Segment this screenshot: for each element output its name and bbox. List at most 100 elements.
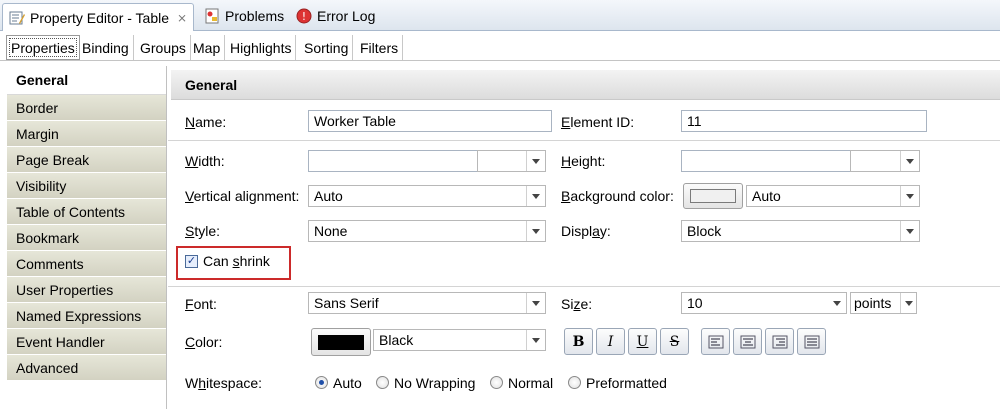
chevron-down-icon[interactable] (526, 293, 545, 313)
whitespace-normal-label[interactable]: Normal (508, 375, 553, 391)
tab-filters[interactable]: Filters (356, 35, 404, 60)
width-label: Width: (185, 153, 225, 169)
whitespace-preformatted-label[interactable]: Preformatted (586, 375, 667, 391)
problems-icon (205, 8, 219, 24)
tab-binding[interactable]: Binding (78, 35, 134, 60)
width-value-field[interactable] (308, 150, 478, 172)
sidebar-item-table-of-contents[interactable]: Table of Contents (7, 199, 166, 225)
sidebar-item-bookmark[interactable]: Bookmark (7, 225, 166, 251)
sidebar-item-user-properties[interactable]: User Properties (7, 277, 166, 303)
tab-groups[interactable]: Groups (136, 35, 191, 60)
category-tab-bar: Properties Binding Groups Map Highlights… (0, 33, 1000, 61)
align-right-button[interactable] (765, 328, 794, 355)
justify-button[interactable] (797, 328, 826, 355)
size-unit-select[interactable]: points (850, 292, 917, 314)
tab-label: Problems (225, 8, 285, 24)
background-color-picker-button[interactable] (683, 183, 743, 209)
close-icon[interactable]: ⨯ (177, 11, 187, 25)
tab-problems[interactable]: Problems (198, 3, 290, 29)
background-color-label: Background color: (561, 188, 674, 204)
sidebar-item-named-expressions[interactable]: Named Expressions (7, 303, 166, 329)
height-unit-select[interactable] (850, 150, 920, 172)
property-editor-icon (9, 11, 25, 24)
sidebar-item-comments[interactable]: Comments (7, 251, 166, 277)
element-id-label: Element ID: (561, 114, 635, 130)
tab-label: Error Log (317, 8, 376, 24)
whitespace-auto-label[interactable]: Auto (333, 375, 362, 391)
tab-sorting[interactable]: Sorting (300, 35, 354, 60)
color-swatch (318, 334, 364, 350)
whitespace-normal-radio[interactable] (490, 376, 503, 389)
divider (168, 140, 1000, 141)
tab-highlights[interactable]: Highlights (226, 35, 297, 60)
chevron-down-icon[interactable] (526, 186, 545, 206)
background-color-select[interactable]: Auto (746, 185, 920, 207)
tab-error-log[interactable]: ! Error Log (290, 3, 381, 29)
view-tab-bar: Property Editor - Table ⨯ Problems ! Err… (0, 0, 1000, 31)
align-left-icon (708, 335, 723, 348)
chevron-down-icon[interactable] (526, 151, 545, 171)
align-center-icon (740, 335, 755, 348)
sidebar-item-general[interactable]: General (7, 66, 166, 95)
svg-text:!: ! (302, 10, 306, 23)
vertical-alignment-label: Vertical alignment: (185, 188, 300, 204)
sidebar-filler (7, 381, 166, 401)
general-properties-panel: General Name: Worker Table Element ID: 1… (168, 66, 1000, 409)
divider (168, 286, 1000, 287)
name-label: Name: (185, 114, 227, 130)
can-shrink-label[interactable]: Can shrink (203, 253, 270, 269)
color-select[interactable]: Black (373, 329, 546, 351)
strikethrough-button[interactable]: S (660, 328, 689, 355)
height-value-field[interactable] (681, 150, 851, 172)
chevron-down-icon[interactable] (900, 221, 919, 241)
whitespace-preformatted-radio[interactable] (568, 376, 581, 389)
sidebar-item-event-handler[interactable]: Event Handler (7, 329, 166, 355)
whitespace-nowrap-radio[interactable] (376, 376, 389, 389)
sidebar-item-visibility[interactable]: Visibility (7, 173, 166, 199)
chevron-down-icon[interactable] (827, 293, 846, 313)
underline-button[interactable]: U (628, 328, 657, 355)
whitespace-nowrap-label[interactable]: No Wrapping (394, 375, 475, 391)
italic-button[interactable]: I (596, 328, 625, 355)
chevron-down-icon[interactable] (526, 221, 545, 241)
chevron-down-icon[interactable] (526, 330, 545, 350)
size-label: Size: (561, 296, 593, 312)
whitespace-label: Whitespace: (185, 375, 263, 391)
can-shrink-checkbox[interactable]: ✓ (185, 255, 198, 268)
width-unit-select[interactable] (477, 150, 546, 172)
tab-property-editor[interactable]: Property Editor - Table ⨯ (2, 3, 195, 31)
chevron-down-icon[interactable] (900, 186, 919, 206)
sidebar-item-margin[interactable]: Margin (7, 121, 166, 147)
color-label: Color: (185, 334, 223, 350)
justify-icon (804, 335, 819, 348)
tab-map[interactable]: Map (189, 35, 226, 60)
display-select[interactable]: Block (681, 220, 920, 242)
sidebar-item-advanced[interactable]: Advanced (7, 355, 166, 381)
sidebar-item-border[interactable]: Border (7, 95, 166, 121)
name-field[interactable]: Worker Table (308, 110, 552, 132)
align-right-icon (772, 335, 787, 348)
section-title: General (171, 70, 1000, 100)
color-picker-button[interactable] (311, 328, 371, 356)
align-left-button[interactable] (701, 328, 730, 355)
whitespace-auto-radio[interactable] (315, 376, 328, 389)
height-label: Height: (561, 153, 606, 169)
element-id-field[interactable]: 11 (681, 110, 927, 132)
property-category-sidebar: General Border Margin Page Break Visibil… (7, 66, 167, 409)
align-center-button[interactable] (733, 328, 762, 355)
chevron-down-icon[interactable] (900, 293, 916, 313)
background-color-swatch (690, 189, 736, 203)
tab-properties[interactable]: Properties (6, 35, 80, 60)
style-select[interactable]: None (308, 220, 546, 242)
chevron-down-icon[interactable] (900, 151, 919, 171)
vertical-alignment-select[interactable]: Auto (308, 185, 546, 207)
bold-button[interactable]: B (564, 328, 593, 355)
style-label: Style: (185, 223, 221, 239)
tab-label: Property Editor - Table (30, 9, 170, 26)
sidebar-item-page-break[interactable]: Page Break (7, 147, 166, 173)
font-label: Font: (185, 296, 217, 312)
display-label: Display: (561, 223, 611, 239)
size-select[interactable]: 10 (681, 292, 847, 314)
font-select[interactable]: Sans Serif (308, 292, 546, 314)
error-log-icon: ! (296, 8, 312, 24)
